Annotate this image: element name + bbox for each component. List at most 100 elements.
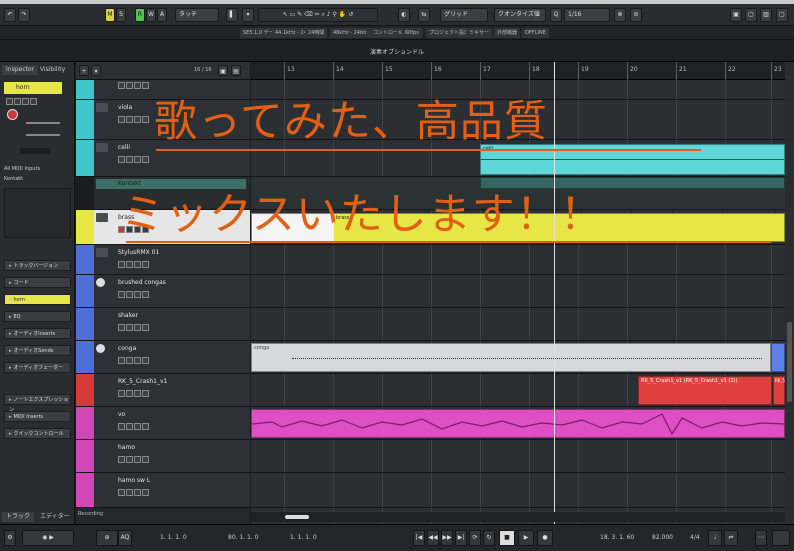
quantize-value-select[interactable]: 1/16 [564,8,610,22]
vscroll-thumb[interactable] [787,322,792,402]
status-item[interactable]: ミキサー [466,28,493,38]
right-locator[interactable]: 80. 1. 1. 0 [228,534,259,541]
horizontal-scrollbar[interactable] [251,512,785,522]
write-button[interactable]: W [146,8,156,22]
track-row[interactable]: RK_5_Crash1_v1 [76,374,250,407]
pan-slider[interactable] [26,134,60,136]
quantize-icon[interactable]: Q [550,8,562,22]
track-row[interactable]: shaker [76,308,250,341]
read-icon[interactable] [22,98,29,105]
automation-mode-select[interactable]: タッチ [175,8,219,22]
section-audio-inserts[interactable]: ▸ オーディオInserts [4,328,71,339]
section-horn[interactable]: ▾ horn [4,294,71,305]
snap-toggle-icon[interactable]: ⇆ [418,8,430,22]
left-locator[interactable]: 1. 1. 1. 0 [160,534,187,541]
add-track-icon[interactable]: + [79,65,89,76]
layout-full-icon[interactable]: ▢ [776,8,788,22]
status-item[interactable]: コントロール [370,28,407,38]
conga-clip[interactable]: conga [251,343,771,372]
vertical-scrollbar[interactable] [785,62,794,524]
play-button[interactable]: ▶ [518,530,534,546]
section-audio-sends[interactable]: ▸ オーディオSends [4,345,71,356]
transport-settings-icon[interactable]: ⋯ [755,530,767,546]
tempo-display[interactable]: 82.000 [652,534,673,541]
track-settings-icon[interactable]: ▤ [231,65,241,76]
crash-clip[interactable]: RK_5_Crash1_v1 (RK_5_Crash1_v1 (2)) [638,376,772,405]
track-row[interactable]: conga [76,341,250,374]
snap-icon[interactable]: ▾ [242,8,254,22]
auto-quantize[interactable]: AQ [118,530,132,546]
tools-group[interactable]: ↖ ▭ ✎ ⌫ ✂ ⌕ ♪ ⚲ ✋ ↺ [258,8,378,22]
read-button[interactable]: R [135,8,145,22]
tab-visibility[interactable]: Visibility [36,65,69,75]
track-name[interactable]: hamo [118,444,135,451]
inspector-track-name[interactable]: horn [4,82,62,94]
vo-clip[interactable] [251,409,786,438]
quantize-mode-select[interactable]: クオンタイズ値 [494,8,546,22]
tab-inspector[interactable]: Inspector [2,65,38,75]
position-display[interactable]: 18. 3. 1. 60 [600,534,634,541]
inspector-track-buttons[interactable] [6,98,66,108]
status-item[interactable]: 60fps [402,28,422,38]
ruler[interactable]: 13 14 15 16 17 18 19 20 21 22 23 [251,62,785,80]
section-midi-inserts[interactable]: ▸ MIDI Inserts [4,411,71,422]
grid-type-select[interactable]: グリッド [440,8,488,22]
volume-slider[interactable] [26,122,60,124]
layout-right-icon[interactable]: ▥ [760,8,772,22]
undo-icon[interactable]: ↶ [4,8,16,22]
track-row[interactable]: vo [76,407,250,440]
project-cursor[interactable] [554,62,555,524]
signature-display[interactable]: 4/4 [690,534,700,541]
performance-icon[interactable]: ◉ ▶ [22,530,74,546]
write-icon[interactable] [30,98,37,105]
layout-bottom-icon[interactable]: ▢ [745,8,757,22]
folder-icon[interactable]: ▾ [91,65,101,76]
status-item[interactable]: 外部機器 [494,28,521,38]
stop-button[interactable]: ■ [499,530,515,546]
project-window[interactable]: 13 14 15 16 17 18 19 20 21 22 23 celli b… [121,62,786,524]
record-button[interactable]: ● [537,530,553,546]
midi-input[interactable]: All MIDI Inputs [4,166,71,174]
color-icon[interactable]: ◐ [398,8,410,22]
midi-output[interactable]: Kontakt [4,176,71,184]
record-mode-icon[interactable]: ⊛ [96,530,118,546]
section-eq[interactable]: ▸ EQ [4,311,71,322]
solo-icon[interactable] [14,98,21,105]
layout-left-icon[interactable]: ▣ [730,8,742,22]
track-name[interactable]: celli [118,144,130,151]
transpose-field[interactable] [20,148,50,154]
iq-icon[interactable]: ⊗ [614,8,626,22]
forward-icon[interactable]: ▶▶ [441,530,453,546]
mute-button[interactable]: M [105,8,115,22]
track-list-icon[interactable]: ▣ [218,65,228,76]
cycle-icon[interactable]: ⟳ [469,530,481,546]
track-name[interactable]: RK_5_Crash1_v1 [118,378,167,385]
conga-clip-end[interactable] [771,343,785,372]
status-item[interactable]: 24時間 [305,28,328,38]
tab-track[interactable]: トラック [2,512,35,522]
solo-button[interactable]: S [116,8,126,22]
status-item[interactable]: OFFLINE [522,28,549,38]
rewind-icon[interactable]: ◀◀ [427,530,439,546]
track-row[interactable]: brushed congas [76,275,250,308]
section-audio-fader[interactable]: ▸ オーディオフェーダー [4,362,71,373]
scroll-thumb[interactable] [285,515,309,519]
section-note-expression[interactable]: ▸ ノートエクスプレッション [4,394,71,413]
go-start-icon[interactable]: |◀ [413,530,425,546]
track-row[interactable]: StylusRMX 01 [76,245,250,275]
crash-clip-end[interactable]: RK_5 [773,376,785,405]
track-name[interactable]: shaker [118,312,138,319]
mute-icon[interactable] [6,98,13,105]
track-name[interactable]: StylusRMX 01 [118,249,159,256]
track-row[interactable]: hamo sw L [76,473,250,508]
section-quick-controls[interactable]: ▸ クイックコントロール [4,428,71,439]
pointer-icon[interactable]: ↖ ▭ ✎ ⌫ ✂ ⌕ ♪ ⚲ ✋ ↺ [283,11,353,18]
status-item[interactable]: 48kHz - 24bit [330,28,370,38]
go-end-icon[interactable]: ▶| [455,530,467,546]
sync-icon[interactable]: ⇌ [724,530,738,546]
loop-icon[interactable]: ↻ [483,530,495,546]
record-enable-icon[interactable] [7,109,18,120]
bar-icon[interactable]: ▌ [226,8,238,22]
quantize-apply-icon[interactable]: ⊘ [630,8,642,22]
punch-locator[interactable]: 1. 1. 1. 0 [290,534,317,541]
